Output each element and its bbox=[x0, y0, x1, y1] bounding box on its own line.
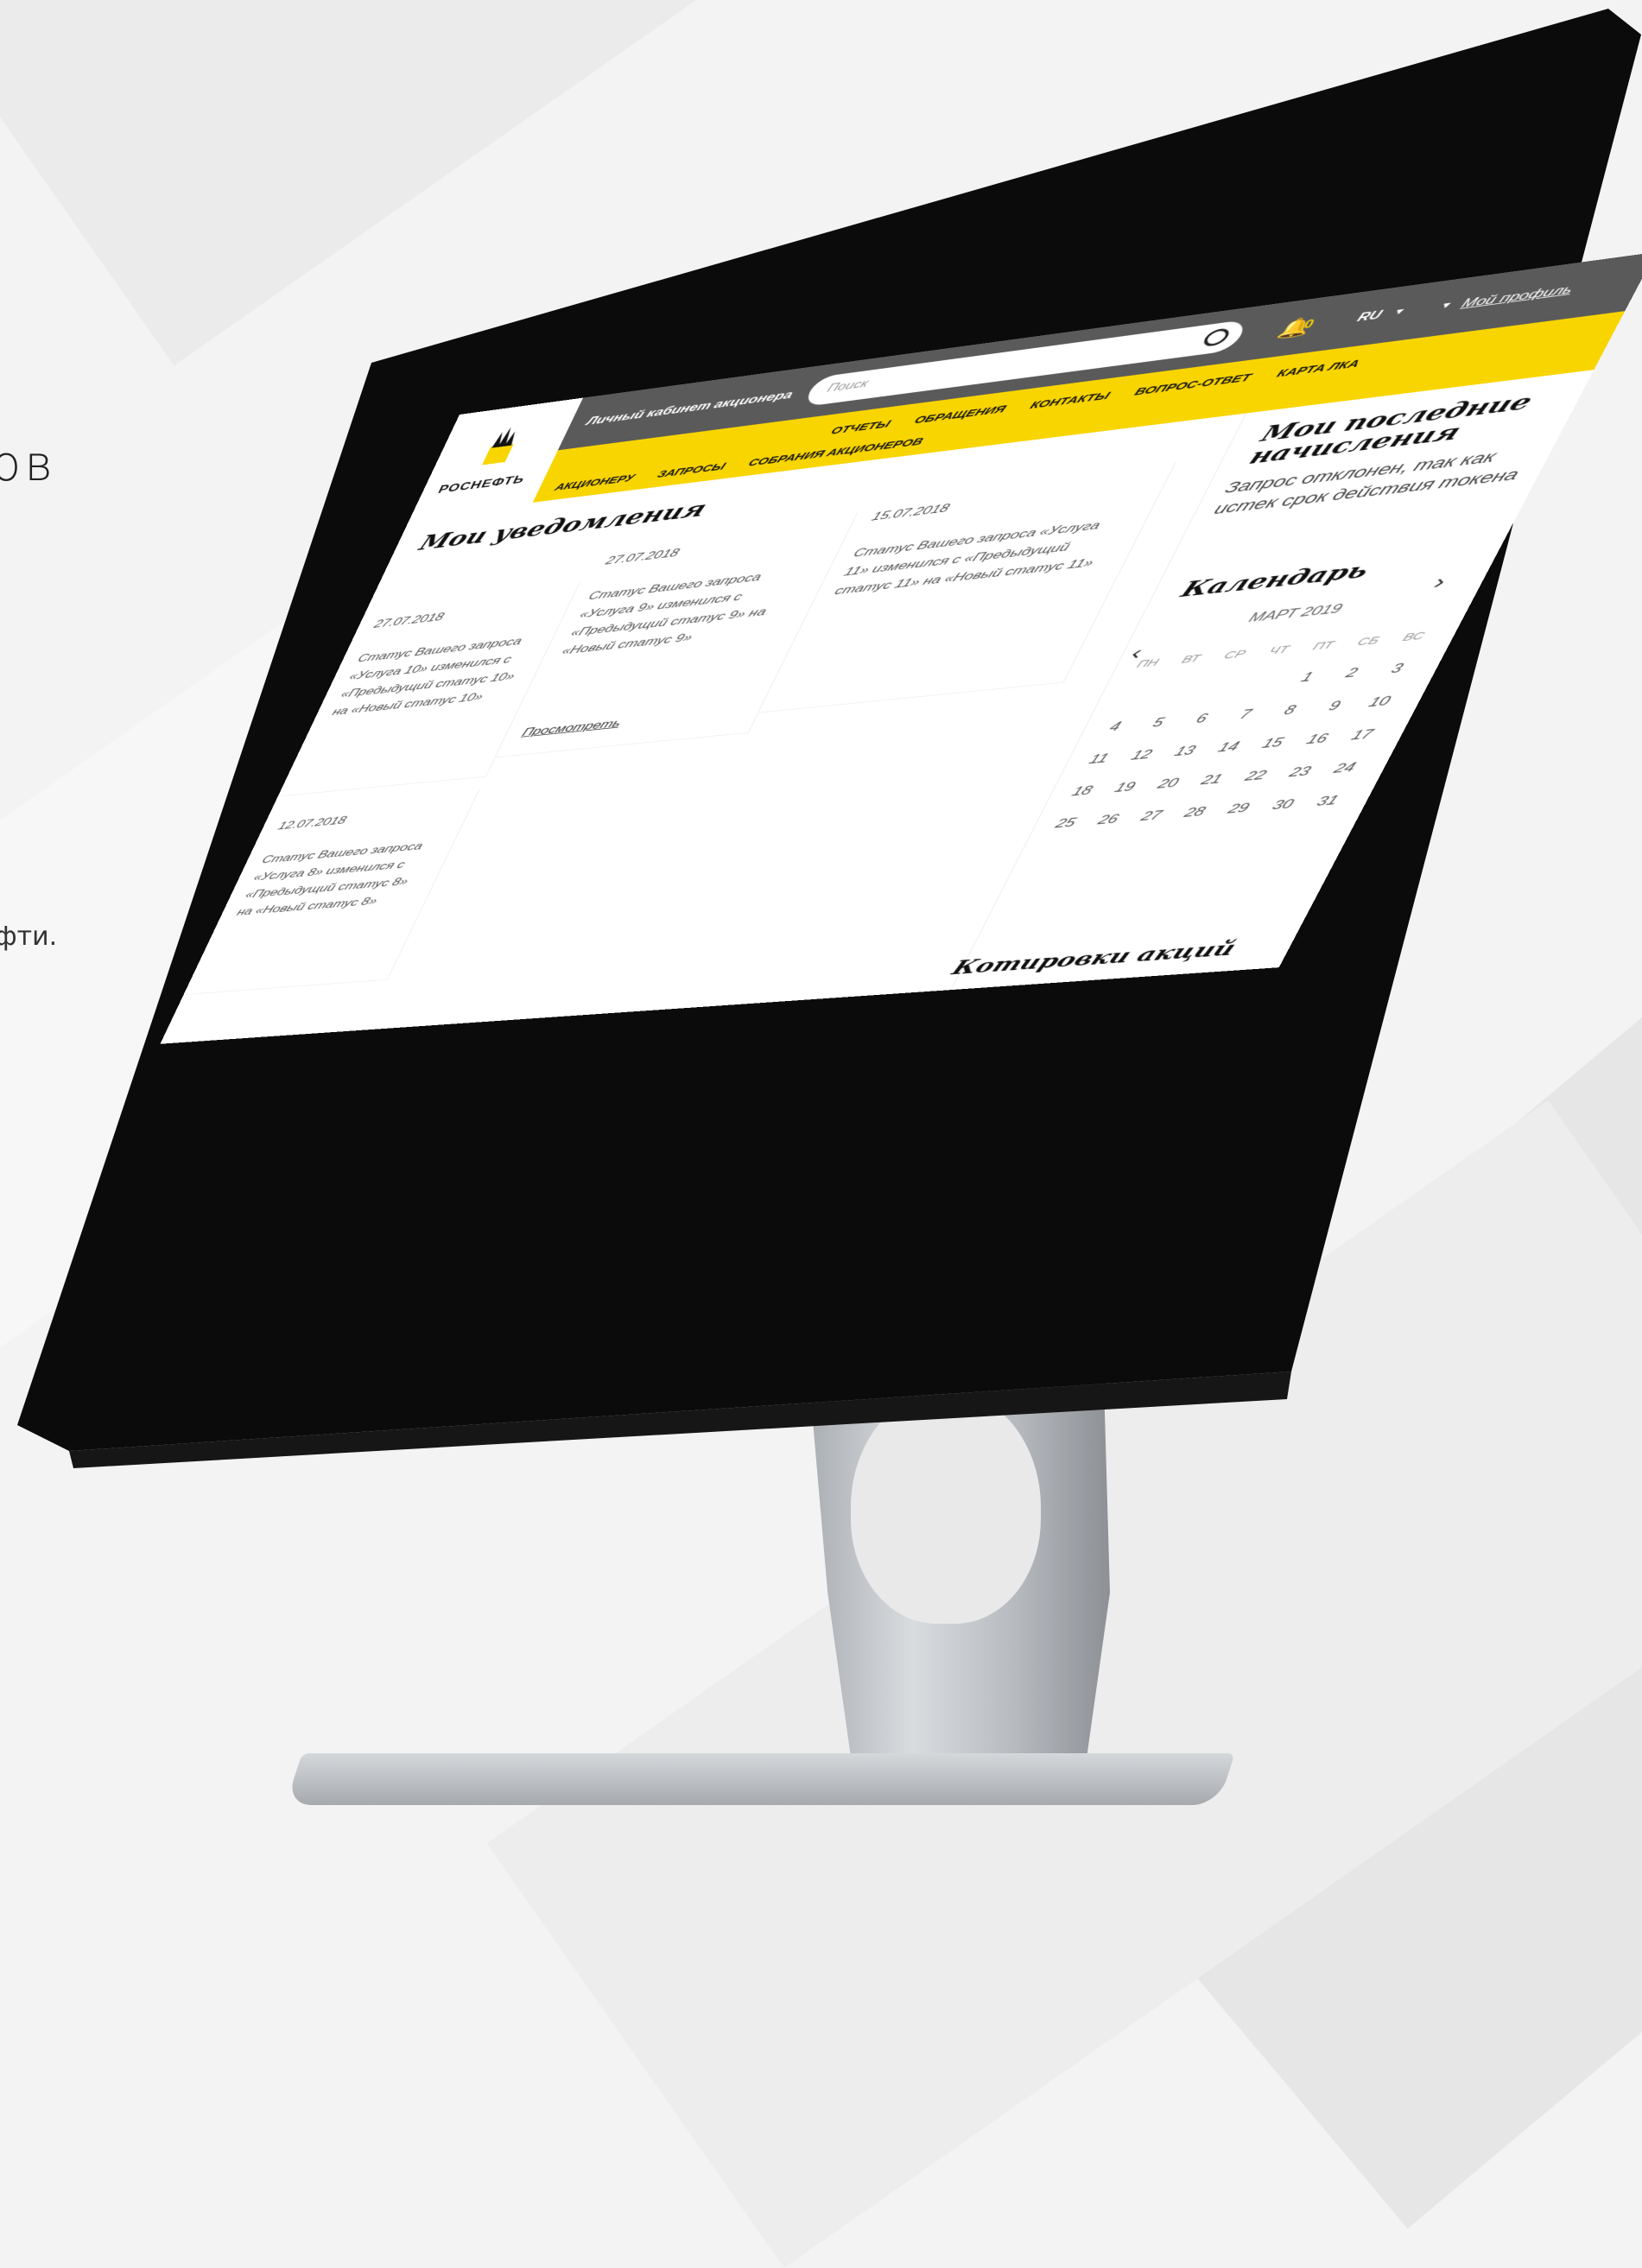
nav-item-sitemap[interactable]: КАРТА ЛКА bbox=[1275, 358, 1362, 380]
nav-item-faq[interactable]: ВОПРОС-ОТВЕТ bbox=[1132, 371, 1253, 398]
notification-text: Статус Вашего запроса «Услуга 8» изменил… bbox=[235, 839, 426, 918]
calendar-day[interactable]: 4 bbox=[1090, 718, 1140, 736]
nav-item-meetings[interactable]: СОБРАНИЯ АКЦИОНЕРОВ bbox=[746, 435, 925, 469]
calendar-weekday: СБ bbox=[1354, 634, 1382, 649]
calendar-day[interactable]: 3 bbox=[1370, 659, 1423, 678]
calendar-day[interactable]: 18 bbox=[1057, 782, 1107, 801]
calendar-day[interactable]: 16 bbox=[1291, 730, 1344, 749]
calendar-day[interactable]: 6 bbox=[1176, 709, 1227, 728]
calendar-blank bbox=[1150, 681, 1201, 700]
calendar-day[interactable]: 22 bbox=[1230, 767, 1282, 785]
calendar-weekday: СР bbox=[1221, 648, 1248, 662]
notification-date: 12.07.2018 bbox=[276, 814, 349, 833]
profile-link[interactable]: Мой профиль bbox=[1459, 282, 1575, 311]
calendar-weekday: ЧТ bbox=[1266, 643, 1292, 657]
calendar-day[interactable]: 23 bbox=[1274, 763, 1326, 782]
calendar-day[interactable]: 25 bbox=[1041, 814, 1091, 833]
nav-item-reports[interactable]: ОТЧЕТЫ bbox=[829, 418, 893, 437]
calendar-day[interactable]: 1 bbox=[1281, 668, 1333, 687]
cabinet-title: Личный кабинет акционера bbox=[584, 388, 796, 428]
calendar-day[interactable]: 10 bbox=[1353, 693, 1405, 712]
calendar-day[interactable]: 2 bbox=[1325, 663, 1378, 682]
calendar-day[interactable]: 26 bbox=[1083, 811, 1133, 829]
calendar-day[interactable]: 29 bbox=[1213, 800, 1265, 818]
notification-date: 27.07.2018 bbox=[603, 546, 682, 567]
logo-text: РОСНЕФТЬ bbox=[435, 472, 528, 497]
calendar-day[interactable]: 20 bbox=[1143, 775, 1194, 793]
calendar-day[interactable]: 5 bbox=[1133, 713, 1184, 732]
notification-text: Статус Вашего запроса «Услуга 11» измени… bbox=[832, 518, 1104, 598]
calendar-day[interactable]: 11 bbox=[1074, 750, 1124, 768]
calendar-day[interactable]: 13 bbox=[1159, 742, 1210, 760]
side-text-fragment: фти. bbox=[0, 922, 58, 952]
calendar-month: МАРТ 2019 bbox=[1246, 601, 1346, 625]
search-icon[interactable] bbox=[1201, 327, 1233, 348]
rosneft-logo-icon bbox=[482, 425, 521, 466]
nav-item-shareholder[interactable]: АКЦИОНЕРУ bbox=[553, 472, 637, 493]
view-link[interactable]: Просмотреть bbox=[520, 717, 624, 739]
calendar-day[interactable]: 30 bbox=[1257, 795, 1309, 814]
language-select[interactable]: RU bbox=[1354, 309, 1385, 325]
calendar-title: Календарь bbox=[1176, 558, 1374, 603]
calendar-blank bbox=[1106, 685, 1157, 704]
calendar-day[interactable]: 8 bbox=[1264, 701, 1316, 720]
notification-date: 27.07.2018 bbox=[371, 610, 447, 630]
search-placeholder: Поиск bbox=[825, 377, 871, 395]
calendar-day[interactable]: 14 bbox=[1203, 738, 1255, 757]
calendar-day[interactable]: 19 bbox=[1100, 778, 1150, 796]
calendar-day[interactable]: 21 bbox=[1186, 770, 1237, 789]
calendar-weekday: ПТ bbox=[1310, 638, 1337, 653]
chevron-down-icon[interactable]: ▾ bbox=[1440, 299, 1453, 312]
calendar-day[interactable]: 15 bbox=[1246, 734, 1298, 753]
calendar-day[interactable]: 27 bbox=[1126, 807, 1177, 825]
calendar-day[interactable]: 17 bbox=[1335, 725, 1388, 744]
monitor-stand-hole bbox=[851, 1391, 1041, 1624]
calendar-blank bbox=[1193, 676, 1244, 695]
calendar-day[interactable]: 12 bbox=[1117, 746, 1168, 764]
side-heading-fragment: ов bbox=[0, 436, 57, 492]
notification-text: Статус Вашего запроса «Услуга 10» измени… bbox=[330, 634, 525, 719]
calendar-weekday: ВС bbox=[1400, 630, 1428, 644]
chevron-down-icon[interactable]: ▾ bbox=[1393, 305, 1406, 318]
calendar-day[interactable]: 9 bbox=[1309, 697, 1361, 716]
calendar-blank bbox=[1237, 672, 1289, 691]
nav-item-requests[interactable]: ЗАПРОСЫ bbox=[655, 460, 727, 480]
nav-row-bottom: АКЦИОНЕРУ ЗАПРОСЫ СОБРАНИЯ АКЦИОНЕРОВ bbox=[553, 435, 925, 493]
calendar-weekday: ВТ bbox=[1179, 652, 1203, 666]
quotes-title: Котировки акций bbox=[948, 936, 1240, 979]
notification-text: Статус Вашего запроса «Услуга 9» изменил… bbox=[560, 570, 770, 657]
chevron-right-icon[interactable]: › bbox=[1430, 570, 1450, 594]
nav-item-appeals[interactable]: ОБРАЩЕНИЯ bbox=[912, 403, 1008, 427]
calendar-day[interactable]: 31 bbox=[1301, 792, 1354, 810]
monitor-stand-base bbox=[285, 1753, 1235, 1805]
nav-item-contacts[interactable]: КОНТАКТЫ bbox=[1028, 390, 1113, 411]
calendar-day[interactable]: 7 bbox=[1220, 705, 1271, 724]
calendar-day[interactable]: 24 bbox=[1318, 759, 1371, 778]
calendar-day[interactable]: 28 bbox=[1170, 803, 1220, 821]
